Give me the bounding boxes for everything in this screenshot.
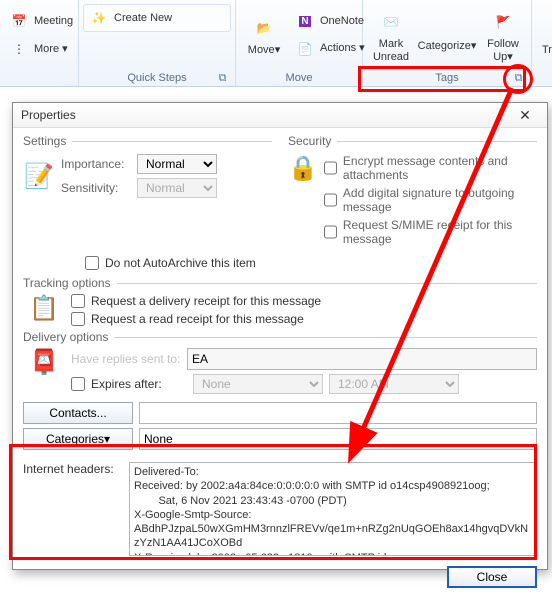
calendar-reply-icon: 📅	[8, 10, 30, 32]
encrypt-checkbox-row[interactable]: Encrypt message contents and attachments	[324, 154, 537, 182]
dialog-title: Properties	[21, 108, 503, 122]
categorize-label: Categorize▾	[418, 40, 477, 52]
properties-dialog: Properties ✕ Settings 📝 Importance: Norm…	[12, 102, 548, 570]
security-label: Security	[288, 134, 331, 148]
follow-up-button[interactable]: 🚩 Follow Up▾	[479, 5, 527, 64]
quicksteps-launcher-icon[interactable]: ⧉	[216, 72, 229, 85]
contacts-field[interactable]	[139, 402, 537, 424]
categories-button[interactable]: Categories ▾	[23, 428, 133, 450]
translate-icon: aあ	[547, 13, 552, 43]
move-label: Move▾	[248, 44, 280, 56]
more-respond-button[interactable]: ⋮ More ▾	[4, 36, 72, 62]
close-icon[interactable]: ✕	[503, 103, 547, 127]
mark-unread-label: Mark Unread	[373, 38, 409, 62]
expires-row[interactable]: Expires after:	[71, 377, 187, 391]
internet-headers-text[interactable]: Delivered-To: Received: by 2002:a4a:84ce…	[129, 462, 537, 556]
translate-label: Translat	[542, 44, 552, 56]
folder-move-icon: 📂	[249, 13, 279, 43]
sign-checkbox-row[interactable]: Add digital signature to outgoing messag…	[324, 186, 537, 214]
meeting-label: Meeting	[34, 15, 73, 27]
tags-launcher-icon[interactable]: ⧉	[512, 72, 525, 85]
autoarchive-checkbox[interactable]	[85, 256, 99, 270]
sign-checkbox[interactable]	[324, 193, 337, 207]
smime-checkbox-row[interactable]: Request S/MIME receipt for this message	[324, 218, 537, 246]
meeting-button[interactable]: 📅 Meeting	[4, 8, 77, 34]
respond-group-label	[4, 70, 74, 86]
importance-select[interactable]: Normal	[137, 154, 217, 174]
follow-up-label: Follow Up▾	[487, 38, 519, 62]
tags-group-label: Tags ⧉	[367, 70, 527, 86]
smime-checkbox[interactable]	[324, 225, 337, 239]
quicksteps-group-label: Quick Steps ⧉	[83, 70, 231, 86]
onenote-button[interactable]: N OneNote	[290, 9, 369, 35]
move-button[interactable]: 📂 Move▾	[240, 11, 288, 58]
delivery-receipt-row[interactable]: Request a delivery receipt for this mess…	[71, 294, 321, 308]
contacts-button[interactable]: Contacts...	[23, 402, 133, 424]
replies-to-label: Have replies sent to:	[71, 352, 181, 366]
replies-to-field[interactable]	[187, 348, 537, 370]
settings-icon: 📝	[23, 162, 55, 191]
autoarchive-row[interactable]: Do not AutoArchive this item	[85, 256, 537, 270]
onenote-label: OneNote	[320, 15, 364, 27]
onenote-icon: N	[294, 11, 316, 33]
importance-label: Importance:	[61, 157, 131, 171]
sensitivity-label: Sensitivity:	[61, 181, 131, 195]
sensitivity-select: Normal	[137, 178, 217, 198]
categorize-icon	[436, 17, 458, 39]
read-receipt-row[interactable]: Request a read receipt for this message	[71, 312, 321, 326]
tracking-label: Tracking options	[23, 276, 111, 290]
translate-button[interactable]: aあ Translat	[536, 11, 552, 58]
gear-document-icon: 📄	[294, 38, 316, 60]
categorize-button[interactable]: Categorize▾	[417, 15, 477, 54]
mark-unread-button[interactable]: ✉️ Mark Unread	[367, 5, 415, 64]
create-new-quickstep[interactable]: ✨ Create New	[83, 4, 231, 32]
more-label: More ▾	[34, 43, 68, 55]
settings-label: Settings	[23, 134, 66, 148]
envelope-icon: ✉️	[376, 7, 406, 37]
encrypt-checkbox[interactable]	[324, 161, 337, 175]
internet-headers-label: Internet headers:	[23, 462, 123, 476]
padlock-icon: 🔒	[288, 154, 318, 183]
delivery-icon: 📮	[23, 348, 65, 377]
delivery-receipt-checkbox[interactable]	[71, 294, 85, 308]
more-icon: ⋮	[8, 38, 30, 60]
delivery-label: Delivery options	[23, 330, 108, 344]
close-button[interactable]: Close	[447, 566, 537, 588]
tracking-icon: 📋	[23, 294, 65, 323]
actions-button[interactable]: 📄 Actions ▾	[290, 36, 369, 62]
expires-time-select: 12:00 AM	[329, 374, 459, 394]
create-new-label: Create New	[114, 12, 172, 24]
move-group-label: Move	[240, 70, 358, 86]
categories-field[interactable]	[139, 428, 537, 450]
read-receipt-checkbox[interactable]	[71, 312, 85, 326]
expires-checkbox[interactable]	[71, 377, 85, 391]
flag-icon: 🚩	[488, 7, 518, 37]
expires-date-select: None	[193, 374, 323, 394]
lightning-icon: ✨	[88, 7, 110, 29]
actions-label: Actions ▾	[320, 42, 365, 54]
